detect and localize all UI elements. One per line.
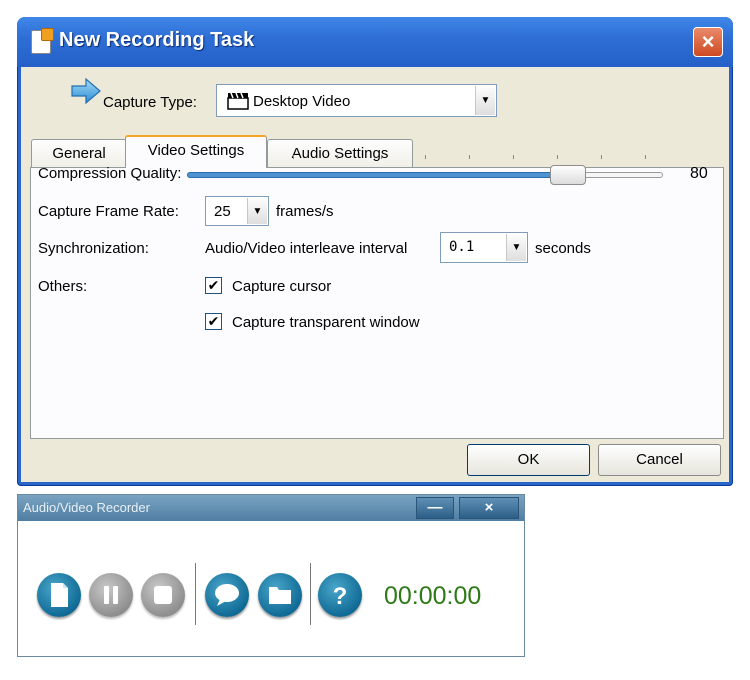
chevron-down-icon[interactable]: ▼ — [506, 234, 526, 261]
dialog-client-area: Capture Type: Desktop Video ▼ General Vi… — [21, 67, 729, 482]
stop-button[interactable] — [141, 573, 185, 617]
dialog-titlebar[interactable]: New Recording Task × — [17, 17, 733, 67]
recorder-titlebar[interactable]: Audio/Video Recorder — × — [18, 495, 524, 521]
interleave-interval-label: Audio/Video interleave interval — [205, 240, 408, 257]
slider-tick — [557, 155, 558, 159]
slider-tick — [469, 155, 470, 159]
slider-tick — [601, 155, 602, 159]
capture-cursor-label[interactable]: Capture cursor — [232, 278, 331, 295]
slider-tick — [425, 155, 426, 159]
capture-frame-rate-label: Capture Frame Rate: — [38, 203, 179, 220]
frame-rate-select[interactable]: 25 ▼ — [205, 196, 269, 226]
minimize-button[interactable]: — — [416, 497, 454, 519]
compression-quality-value: 80 — [690, 165, 708, 182]
capture-cursor-checkbox[interactable]: ✔ — [205, 277, 222, 294]
pause-button[interactable] — [89, 573, 133, 617]
pause-icon — [104, 586, 118, 604]
others-label: Others: — [38, 278, 88, 295]
recorder-close-button[interactable]: × — [459, 497, 519, 519]
toolbar-separator — [310, 563, 311, 625]
slider-tick — [645, 155, 646, 159]
capture-type-select[interactable]: Desktop Video ▼ — [216, 84, 497, 117]
compression-slider-thumb[interactable] — [549, 165, 586, 185]
slider-tick — [381, 155, 382, 159]
recording-timer: 00:00:00 — [384, 582, 482, 610]
svg-text:?: ? — [333, 583, 348, 610]
dialog-title: New Recording Task — [59, 29, 255, 51]
stop-icon — [154, 586, 172, 604]
capture-type-value: Desktop Video — [253, 93, 351, 110]
compression-slider-fill — [187, 172, 568, 178]
comment-button[interactable] — [205, 573, 249, 617]
interleave-interval-unit: seconds — [535, 240, 591, 257]
clapperboard-icon — [227, 92, 249, 110]
toolbar-separator — [195, 563, 196, 625]
slider-tick — [293, 155, 294, 159]
chevron-down-icon[interactable]: ▼ — [247, 198, 267, 224]
folder-icon — [269, 587, 291, 604]
cancel-button[interactable]: Cancel — [598, 444, 721, 476]
tab-video-settings[interactable]: Video Settings — [125, 135, 267, 168]
minimize-icon: — — [427, 499, 443, 516]
document-icon — [51, 583, 68, 607]
capture-transparent-window-label[interactable]: Capture transparent window — [232, 314, 420, 331]
close-icon: × — [701, 29, 715, 54]
close-button[interactable]: × — [693, 27, 723, 57]
frame-rate-unit: frames/s — [276, 203, 334, 220]
frame-rate-value: 25 — [214, 203, 231, 220]
speech-bubble-icon — [215, 584, 239, 606]
capture-type-label: Capture Type: — [103, 94, 197, 111]
arrow-right-icon — [71, 77, 101, 105]
slider-tick — [513, 155, 514, 159]
capture-transparent-window-checkbox[interactable]: ✔ — [205, 313, 222, 330]
document-icon — [31, 28, 54, 54]
help-button[interactable]: ? — [318, 573, 362, 617]
help-icon: ? — [333, 583, 348, 610]
chevron-down-icon[interactable]: ▼ — [475, 86, 495, 115]
slider-tick — [337, 155, 338, 159]
open-folder-button[interactable] — [258, 573, 302, 617]
new-recording-button[interactable] — [37, 573, 81, 617]
ok-button[interactable]: OK — [467, 444, 590, 476]
recorder-title: Audio/Video Recorder — [23, 500, 150, 515]
interleave-interval-value: 0.1 — [449, 239, 475, 255]
close-icon: × — [484, 499, 494, 516]
tab-general[interactable]: General — [31, 139, 127, 167]
synchronization-label: Synchronization: — [38, 240, 149, 257]
tab-audio-settings[interactable]: Audio Settings — [267, 139, 413, 167]
audio-video-recorder-window: Audio/Video Recorder — × ? 00:00:00 — [17, 494, 525, 657]
interleave-interval-select[interactable]: 0.1 ▼ — [440, 232, 528, 263]
